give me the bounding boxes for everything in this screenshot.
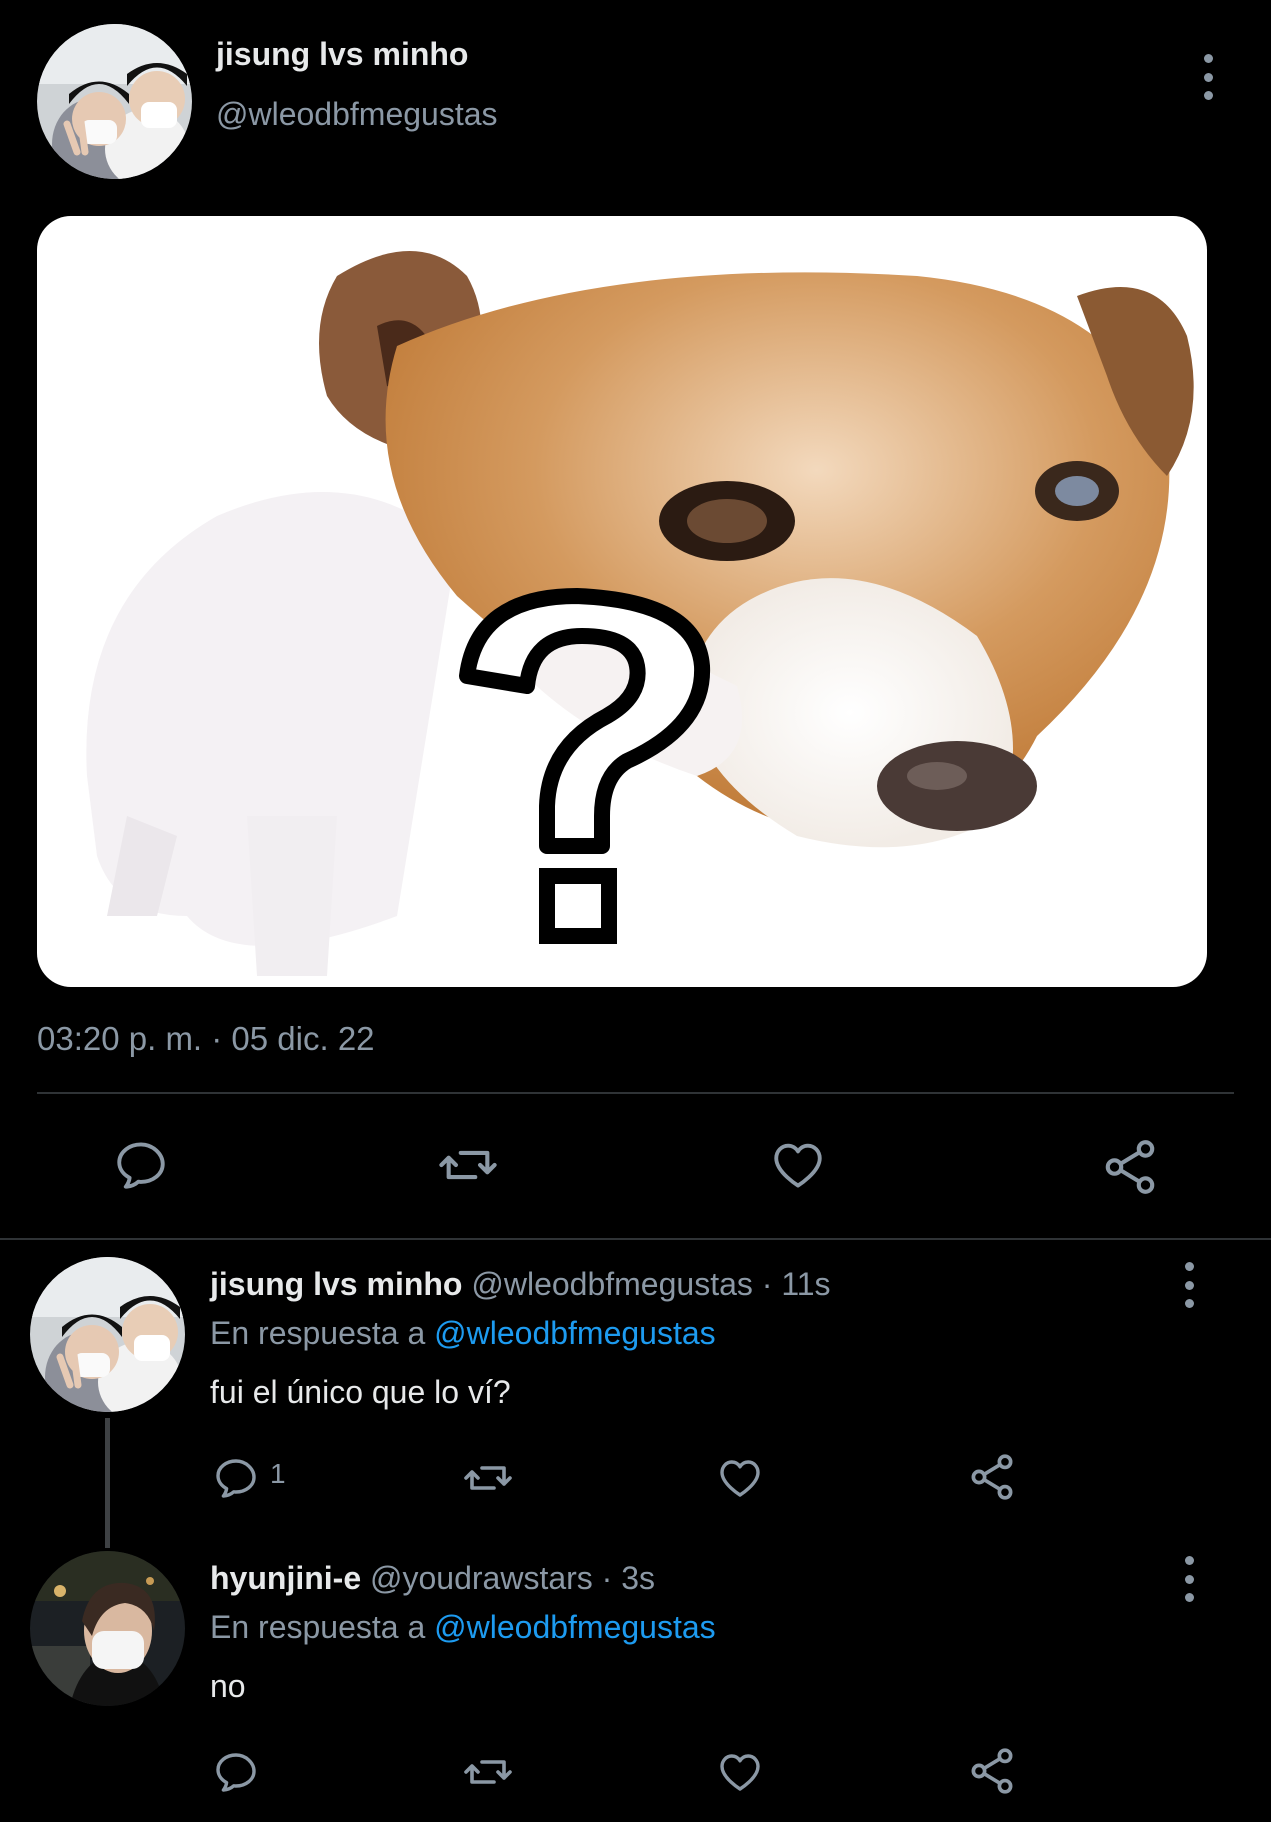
tweet-image[interactable] xyxy=(37,216,1207,987)
reply-context: En respuesta a @wleodbfmegustas xyxy=(210,1315,716,1352)
reply-icon[interactable] xyxy=(112,1136,170,1194)
reply-prefix: En respuesta a xyxy=(210,1315,426,1351)
display-name[interactable]: jisung lvs minho xyxy=(210,1266,462,1302)
thread-line xyxy=(105,1418,110,1548)
reply-age[interactable]: · 3s xyxy=(602,1560,655,1596)
share-icon[interactable] xyxy=(966,1451,1018,1503)
avatar[interactable] xyxy=(30,1551,185,1706)
reply-text: no xyxy=(210,1668,246,1704)
reply-icon[interactable] xyxy=(212,1454,260,1502)
reply-context: En respuesta a @wleodbfmegustas xyxy=(210,1609,716,1646)
like-icon[interactable] xyxy=(716,1454,764,1502)
retweet-icon[interactable] xyxy=(461,1454,515,1502)
like-icon[interactable] xyxy=(769,1136,827,1194)
reply-count: 1 xyxy=(270,1458,286,1489)
tweet-timestamp[interactable]: 03:20 p. m. · 05 dic. 22 xyxy=(37,1020,375,1058)
reply-icon[interactable] xyxy=(212,1748,260,1796)
reply-mention-link[interactable]: @wleodbfmegustas xyxy=(434,1315,716,1351)
reply-age[interactable]: · 11s xyxy=(762,1266,831,1302)
section-divider xyxy=(0,1238,1271,1240)
display-name[interactable]: jisung lvs minho xyxy=(216,36,468,73)
handle[interactable]: @wleodbfmegustas xyxy=(471,1266,753,1302)
retweet-icon[interactable] xyxy=(461,1748,515,1796)
handle[interactable]: @wleodbfmegustas xyxy=(216,96,498,133)
like-icon[interactable] xyxy=(716,1748,764,1796)
more-icon[interactable] xyxy=(1174,1556,1204,1602)
avatar[interactable] xyxy=(30,1257,185,1412)
reply-text: fui el único que lo ví? xyxy=(210,1374,511,1410)
handle[interactable]: @youdrawstars xyxy=(370,1560,593,1596)
more-icon[interactable] xyxy=(1174,1262,1204,1308)
share-icon[interactable] xyxy=(1099,1136,1161,1198)
reply-header: jisung lvs minho @wleodbfmegustas · 11s xyxy=(210,1266,831,1303)
reply-prefix: En respuesta a xyxy=(210,1609,426,1645)
avatar[interactable] xyxy=(37,24,192,179)
reply-header: hyunjini-e @youdrawstars · 3s xyxy=(210,1560,655,1597)
retweet-icon[interactable] xyxy=(435,1136,501,1194)
share-icon[interactable] xyxy=(966,1745,1018,1797)
display-name[interactable]: hyunjini-e xyxy=(210,1560,361,1596)
reply-mention-link[interactable]: @wleodbfmegustas xyxy=(434,1609,716,1645)
more-icon[interactable] xyxy=(1193,54,1223,100)
divider xyxy=(37,1092,1234,1094)
